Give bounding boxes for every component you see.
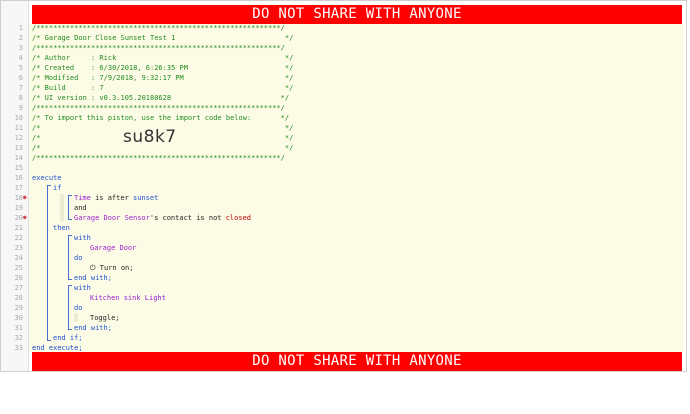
- with-keyword: with: [74, 234, 91, 242]
- line-number: 9: [18, 104, 23, 112]
- line-number: 29: [14, 304, 23, 312]
- indent-guide: [60, 194, 64, 221]
- line-number: 22: [14, 234, 23, 242]
- line-number: 17: [14, 184, 23, 192]
- line-number: 1: [18, 24, 23, 32]
- comment-rule: /***************************************…: [32, 154, 285, 162]
- line-number: 10: [14, 114, 23, 122]
- comment-created: /* Created : 6/30/2018, 6:26:35 PM */: [32, 64, 294, 72]
- do-keyword: do: [74, 254, 83, 262]
- device-garage-door[interactable]: Garage Door: [90, 244, 136, 252]
- comment-rule: /***************************************…: [32, 44, 285, 52]
- line-number: 2: [18, 34, 23, 42]
- comment-build: /* Build : 7 */: [32, 84, 294, 92]
- condition-marker-icon: ●: [23, 194, 27, 201]
- line-number: 20: [14, 214, 23, 222]
- line-number: 26: [14, 274, 23, 282]
- line-number: 27: [14, 284, 23, 292]
- command-turn-on[interactable]: ⏻ Turn on;: [90, 264, 133, 273]
- comment-rule: /***************************************…: [32, 24, 285, 32]
- line-number: 16: [14, 174, 23, 182]
- line-number: 3: [18, 44, 23, 52]
- condition-garage-sensor[interactable]: Garage Door Sensor's contact is not clos…: [74, 214, 251, 222]
- with-block-bracket: [68, 285, 72, 330]
- line-number: 23: [14, 244, 23, 252]
- with-block-bracket: [68, 235, 72, 280]
- line-number: 25: [14, 264, 23, 272]
- comment-import-instructions: /* To import this piston, use the import…: [32, 114, 290, 122]
- condition-marker-icon: ●: [23, 214, 27, 221]
- condition-bracket: [68, 195, 72, 220]
- line-number: 4: [18, 54, 23, 62]
- line-number: 24: [14, 254, 23, 262]
- end-with-keyword: end with;: [74, 324, 112, 332]
- then-keyword: then: [53, 224, 70, 232]
- line-number: 7: [18, 84, 23, 92]
- line-number: 8: [18, 94, 23, 102]
- import-code[interactable]: su8k7: [123, 127, 177, 147]
- command-toggle[interactable]: Toggle;: [90, 314, 120, 322]
- line-number: 13: [14, 144, 23, 152]
- end-if-keyword: end if;: [53, 334, 83, 342]
- line-number: 12: [14, 134, 23, 142]
- execute-block-bracket: [47, 185, 51, 341]
- comment-ui-version: /* UI version : v0.3.105.20180628 */: [32, 94, 290, 102]
- line-number: 21: [14, 224, 23, 232]
- line-number: 30: [14, 314, 23, 322]
- comment-modified: /* Modified : 7/9/2018, 9:32:17 PM */: [32, 74, 294, 82]
- comment-rule: /***************************************…: [32, 104, 285, 112]
- condition-time[interactable]: Time is after sunset: [74, 194, 158, 202]
- end-with-keyword: end with;: [74, 274, 112, 282]
- device-kitchen-sink-light[interactable]: Kitchen sink Light: [90, 294, 166, 302]
- line-number: 11: [14, 124, 23, 132]
- line-number: 14: [14, 154, 23, 162]
- and-operator: and: [74, 204, 87, 212]
- line-number: 28: [14, 294, 23, 302]
- warning-banner-top: DO NOT SHARE WITH ANYONE: [32, 5, 682, 24]
- piston-viewer: DO NOT SHARE WITH ANYONE DO NOT SHARE WI…: [0, 0, 687, 372]
- line-number: 19: [14, 204, 23, 212]
- if-keyword: if: [53, 184, 62, 192]
- comment-author: /* Author : Rick */: [32, 54, 294, 62]
- line-number: 18: [14, 194, 23, 202]
- line-number: 33: [14, 344, 23, 352]
- line-number: 31: [14, 324, 23, 332]
- indent-guide: [74, 313, 78, 322]
- comment-title: /* Garage Door Close Sunset Test 1 */: [32, 34, 294, 42]
- do-keyword: do: [74, 304, 83, 312]
- with-keyword: with: [74, 284, 91, 292]
- warning-banner-bottom: DO NOT SHARE WITH ANYONE: [32, 352, 682, 371]
- power-icon: ⏻: [90, 264, 100, 272]
- line-number: 5: [18, 64, 23, 72]
- line-number: 32: [14, 334, 23, 342]
- execute-keyword: execute: [32, 174, 62, 182]
- end-execute-keyword: end execute;: [32, 344, 83, 352]
- line-number: 15: [14, 164, 23, 172]
- line-number: 6: [18, 74, 23, 82]
